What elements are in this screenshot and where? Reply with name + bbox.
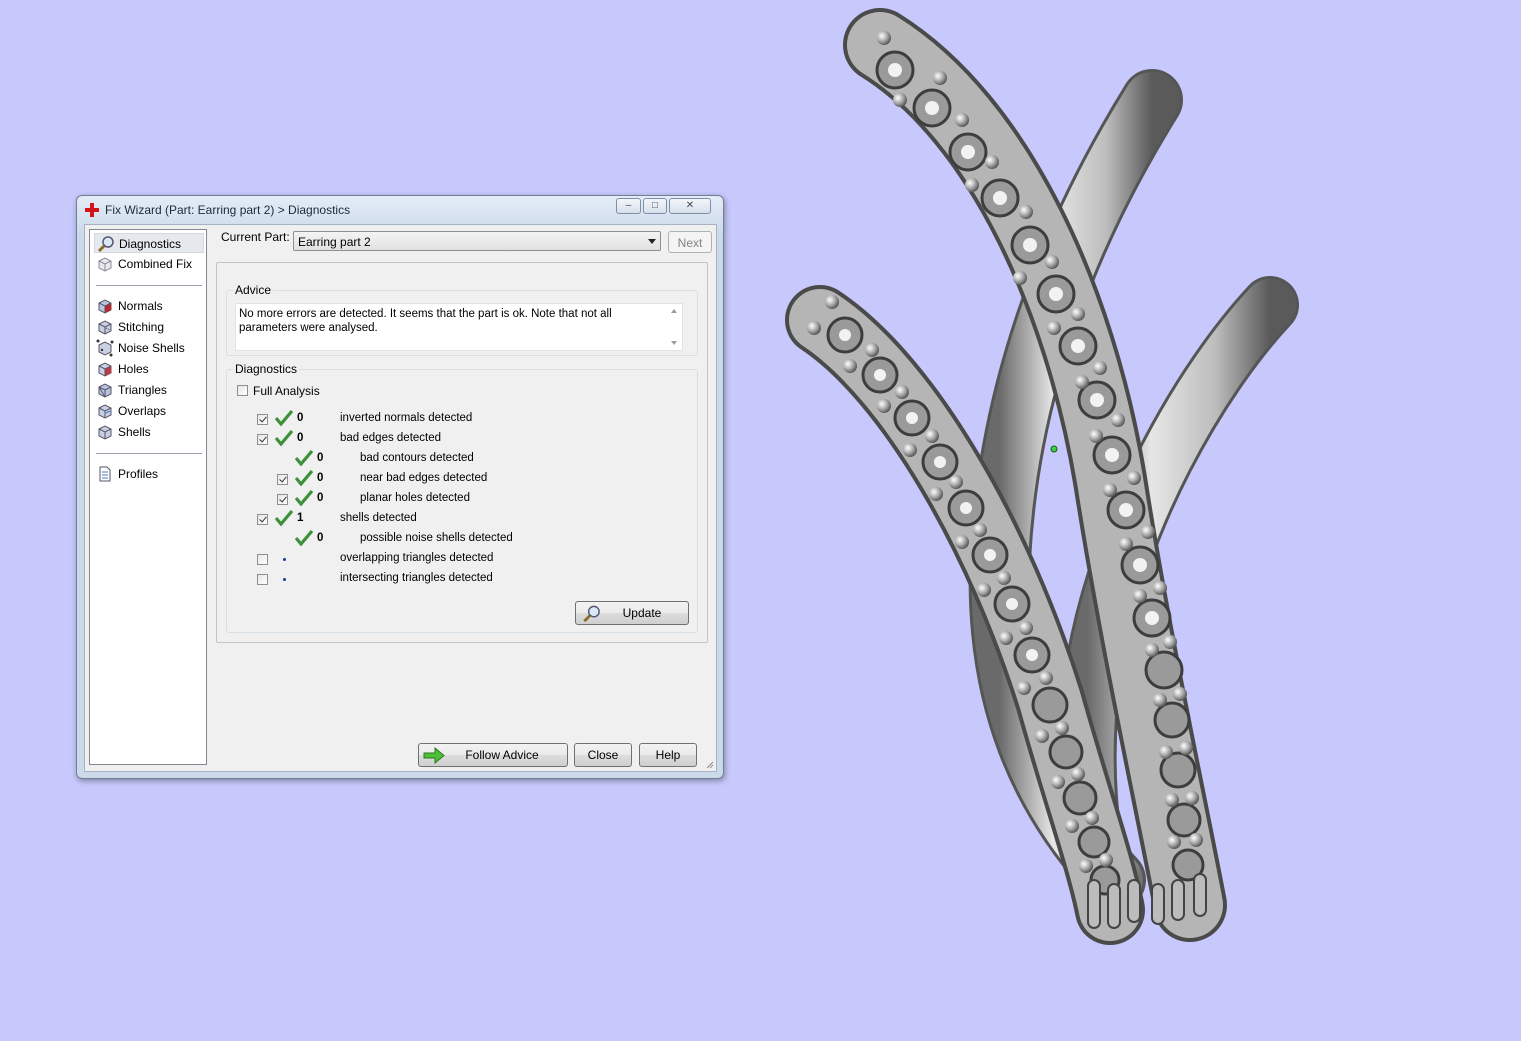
green-check-icon: [275, 430, 293, 446]
current-part-label: Current Part:: [221, 230, 290, 244]
diagnostic-checkbox[interactable]: [257, 514, 268, 525]
green-check-icon: [295, 490, 313, 506]
diagnostic-count: 0: [317, 532, 324, 544]
window-client: Diagnostics Combined Fix Normals Stitchi…: [84, 224, 717, 772]
cube-overlap-icon: [98, 404, 112, 419]
full-analysis-label: Full Analysis: [253, 384, 320, 398]
diagnostic-checkbox[interactable]: [257, 554, 268, 565]
diagnostic-label: inverted normals detected: [340, 412, 473, 424]
magnifier-icon: [97, 236, 114, 253]
minimize-button[interactable]: –: [616, 198, 641, 214]
diagnostics-panel: Advice No more errors are detected. It s…: [216, 262, 708, 643]
current-part-dropdown[interactable]: Earring part 2: [293, 231, 661, 251]
diagnostic-label: bad contours detected: [360, 452, 474, 464]
diagnostic-checkbox[interactable]: [257, 434, 268, 445]
nav-pane: Diagnostics Combined Fix Normals Stitchi…: [89, 229, 207, 765]
diagnostic-label: near bad edges detected: [360, 472, 488, 484]
diagnostic-label: shells detected: [340, 512, 417, 524]
advice-textbox[interactable]: No more errors are detected. It seems th…: [235, 303, 683, 351]
diagnostics-group: Diagnostics Full Analysis 0 inverted norm…: [226, 362, 698, 633]
resize-grip-icon[interactable]: [704, 759, 714, 769]
diagnostic-count: 0: [297, 412, 304, 424]
green-check-icon: [295, 450, 313, 466]
cube-red-face-icon: [98, 299, 112, 314]
diagnostic-checkbox[interactable]: [257, 414, 268, 425]
green-check-icon: [275, 510, 293, 526]
green-check-icon: [295, 470, 313, 486]
nav-separator: [96, 285, 202, 286]
nav-item-triangles[interactable]: Triangles: [94, 380, 204, 400]
red-cross-icon: [85, 203, 99, 217]
nav-separator: [96, 453, 202, 454]
nav-item-normals[interactable]: Normals: [94, 296, 204, 316]
nav-item-noise-shells[interactable]: Noise Shells: [94, 338, 204, 358]
cube-dots-icon: [96, 339, 114, 357]
nav-item-diagnostics[interactable]: Diagnostics: [94, 233, 204, 253]
green-check-icon: [295, 530, 313, 546]
close-button[interactable]: Close: [574, 743, 632, 767]
nav-item-stitching[interactable]: Stitching: [94, 317, 204, 337]
diagnostic-checkbox[interactable]: [277, 474, 288, 485]
full-analysis-checkbox[interactable]: [237, 385, 248, 396]
diagnostic-label: bad edges detected: [340, 432, 442, 444]
title-bar[interactable]: Fix Wizard (Part: Earring part 2) > Diag…: [77, 196, 723, 224]
diagnostic-label: intersecting triangles detected: [340, 572, 493, 584]
fix-wizard-window: Fix Wizard (Part: Earring part 2) > Diag…: [76, 195, 724, 779]
diagnostic-checkbox[interactable]: [277, 494, 288, 505]
advice-scrollbar[interactable]: [666, 304, 682, 350]
update-button[interactable]: Update: [575, 601, 689, 625]
diagnostic-label: planar holes detected: [360, 492, 470, 504]
diagnostic-label: overlapping triangles detected: [340, 552, 494, 564]
maximize-button[interactable]: □: [643, 198, 667, 214]
cube-icon: [98, 425, 112, 440]
cube-triangle-icon: [98, 383, 112, 398]
diagnostic-label: possible noise shells detected: [360, 532, 513, 544]
diagnostic-checkbox[interactable]: [257, 574, 268, 585]
advice-caption: Advice: [233, 283, 274, 297]
document-icon: [99, 466, 111, 482]
follow-advice-button[interactable]: Follow Advice: [418, 743, 568, 767]
diagnostic-count: 0: [297, 432, 304, 444]
green-check-icon: [275, 410, 293, 426]
nav-item-profiles[interactable]: Profiles: [94, 464, 204, 484]
scroll-down-icon[interactable]: [671, 341, 677, 345]
window-title: Fix Wizard (Part: Earring part 2) > Diag…: [105, 203, 351, 217]
cube-stitch-icon: [98, 320, 112, 335]
cube-outline-icon: [98, 257, 112, 272]
earring-model[interactable]: [760, 0, 1380, 980]
nav-item-combined-fix[interactable]: Combined Fix: [94, 254, 204, 274]
nav-item-holes[interactable]: Holes: [94, 359, 204, 379]
cube-hole-icon: [98, 362, 112, 377]
status-dot-icon: [283, 558, 286, 561]
nav-item-overlaps[interactable]: Overlaps: [94, 401, 204, 421]
diagnostic-count: 0: [317, 492, 324, 504]
scroll-up-icon[interactable]: [671, 309, 677, 313]
diagnostic-count: 0: [317, 472, 324, 484]
chevron-down-icon: [648, 239, 656, 244]
nav-item-shells[interactable]: Shells: [94, 422, 204, 442]
diagnostics-caption: Diagnostics: [233, 362, 300, 376]
diagnostic-count: 1: [297, 512, 304, 524]
next-button[interactable]: Next: [668, 231, 712, 253]
help-button[interactable]: Help: [639, 743, 697, 767]
diagnostic-count: 0: [317, 452, 324, 464]
status-dot-icon: [283, 578, 286, 581]
advice-group: Advice No more errors are detected. It s…: [226, 283, 698, 356]
close-window-button[interactable]: ✕: [669, 198, 711, 214]
